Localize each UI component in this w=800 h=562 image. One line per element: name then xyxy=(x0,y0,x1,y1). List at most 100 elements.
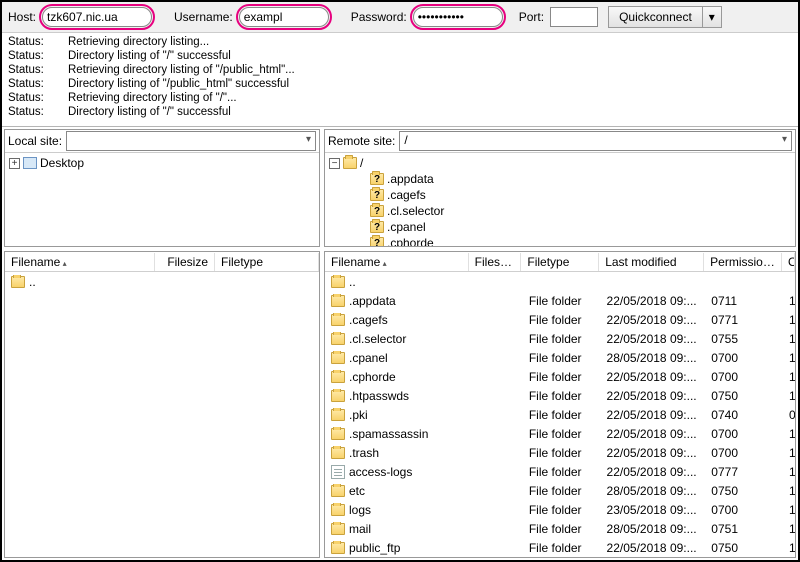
filetype: File folder xyxy=(523,294,601,308)
filename: .cphorde xyxy=(349,370,396,384)
filename: .cl.selector xyxy=(349,332,406,346)
owner: 1831 1832 xyxy=(783,370,795,384)
remote-tree-root[interactable]: / xyxy=(360,155,363,171)
owner: 1831 1832 xyxy=(783,427,795,441)
unknown-folder-icon xyxy=(370,173,384,185)
filetype: File folder xyxy=(523,351,601,365)
permissions: 0740 xyxy=(705,408,783,422)
owner: 1831 1832 xyxy=(783,503,795,517)
username-input[interactable] xyxy=(239,7,329,27)
col-filesize[interactable]: Filesize xyxy=(155,253,215,271)
list-item[interactable]: .. xyxy=(5,272,319,291)
list-item[interactable]: .pkiFile folder22/05/2018 09:...07400 0 xyxy=(325,405,795,424)
quickconnect-dropdown[interactable]: ▾ xyxy=(703,6,722,28)
owner: 1831 99 xyxy=(783,389,795,403)
remote-columns[interactable]: Filename Filesize Filetype Last modified… xyxy=(325,252,795,272)
local-rows[interactable]: .. xyxy=(5,272,319,557)
list-item[interactable]: .. xyxy=(325,272,795,291)
collapse-icon[interactable]: − xyxy=(329,158,340,169)
col-lastmodified[interactable]: Last modified xyxy=(599,253,704,271)
status-msg: Retrieving directory listing... xyxy=(68,35,209,49)
remote-tree-item[interactable]: .appdata xyxy=(387,171,434,187)
remote-site-combo[interactable]: / xyxy=(399,131,792,151)
col-filetype[interactable]: Filetype xyxy=(521,253,599,271)
owner: 1831 1832 xyxy=(783,313,795,327)
status-key: Status: xyxy=(8,91,50,105)
filename: .spamassassin xyxy=(349,427,428,441)
status-key: Status: xyxy=(8,77,50,91)
owner: 1831 1832 xyxy=(783,465,795,479)
list-item[interactable]: mailFile folder28/05/2018 09:...07511831… xyxy=(325,519,795,538)
list-item[interactable]: logsFile folder23/05/2018 09:...07001831… xyxy=(325,500,795,519)
folder-icon xyxy=(331,542,345,554)
permissions: 0700 xyxy=(705,427,783,441)
col-filesize[interactable]: Filesize xyxy=(469,253,522,271)
folder-icon xyxy=(331,314,345,326)
remote-rows[interactable]: ...appdataFile folder22/05/2018 09:...07… xyxy=(325,272,795,557)
host-input[interactable] xyxy=(42,7,152,27)
filename: .cpanel xyxy=(349,351,388,365)
remote-tree-item[interactable]: .cagefs xyxy=(387,187,426,203)
quickconnect-button[interactable]: Quickconnect xyxy=(608,6,703,28)
owner: 1831 12 xyxy=(783,484,795,498)
remote-tree-item[interactable]: .cl.selector xyxy=(387,203,444,219)
filetype: File folder xyxy=(523,446,601,460)
permissions: 0750 xyxy=(705,389,783,403)
password-input[interactable] xyxy=(413,7,503,27)
filename: .pki xyxy=(349,408,368,422)
list-item[interactable]: .cphordeFile folder22/05/2018 09:...0700… xyxy=(325,367,795,386)
list-item[interactable]: .appdataFile folder22/05/2018 09:...0711… xyxy=(325,291,795,310)
status-msg: Directory listing of "/public_html" succ… xyxy=(68,77,289,91)
filetype: File folder xyxy=(523,427,601,441)
remote-tree-pane: Remote site: / −/.appdata.cagefs.cl.sele… xyxy=(324,129,796,247)
filename: .. xyxy=(29,275,36,289)
folder-icon xyxy=(331,504,345,516)
filename: .trash xyxy=(349,446,379,460)
lastmodified: 22/05/2018 09:... xyxy=(601,408,706,422)
local-tree-item[interactable]: Desktop xyxy=(40,155,84,171)
lastmodified: 22/05/2018 09:... xyxy=(601,313,706,327)
permissions: 0700 xyxy=(705,370,783,384)
folder-icon xyxy=(331,447,345,459)
list-item[interactable]: .htpasswdsFile folder22/05/2018 09:...07… xyxy=(325,386,795,405)
file-icon xyxy=(331,465,345,479)
list-item[interactable]: .cagefsFile folder22/05/2018 09:...07711… xyxy=(325,310,795,329)
col-filetype[interactable]: Filetype xyxy=(215,253,319,271)
lastmodified: 28/05/2018 09:... xyxy=(601,484,706,498)
folder-icon xyxy=(331,390,345,402)
col-filename[interactable]: Filename xyxy=(325,253,469,271)
list-item[interactable]: public_ftpFile folder22/05/2018 09:...07… xyxy=(325,538,795,557)
owner: 1831 1832 xyxy=(783,351,795,365)
folder-icon xyxy=(331,428,345,440)
list-item[interactable]: .trashFile folder22/05/2018 09:...070018… xyxy=(325,443,795,462)
col-owner[interactable]: Owner/Gro xyxy=(782,253,795,271)
col-filename[interactable]: Filename xyxy=(5,253,155,271)
permissions: 0750 xyxy=(705,541,783,555)
local-site-combo[interactable] xyxy=(66,131,316,151)
folder-icon xyxy=(331,333,345,345)
list-item[interactable]: .cpanelFile folder28/05/2018 09:...07001… xyxy=(325,348,795,367)
owner: 1831 1832 xyxy=(783,332,795,346)
password-label: Password: xyxy=(351,10,407,24)
port-label: Port: xyxy=(519,10,544,24)
remote-tree[interactable]: − / .appdata.cagefs.cl.selector.cpanel.cph… xyxy=(325,153,795,246)
list-item[interactable]: access-logsFile folder22/05/2018 09:...0… xyxy=(325,462,795,481)
lastmodified: 22/05/2018 09:... xyxy=(601,541,706,555)
owner: 1831 1832 xyxy=(783,294,795,308)
local-tree[interactable]: + Desktop xyxy=(5,153,319,246)
filetype: File folder xyxy=(523,484,601,498)
filetype: File folder xyxy=(523,503,601,517)
local-columns[interactable]: Filename Filesize Filetype xyxy=(5,252,319,272)
remote-tree-item[interactable]: .cpanel xyxy=(387,219,426,235)
folder-icon xyxy=(11,276,25,288)
list-item[interactable]: .cl.selectorFile folder22/05/2018 09:...… xyxy=(325,329,795,348)
permissions: 0711 xyxy=(705,294,783,308)
remote-tree-item[interactable]: .cphorde xyxy=(387,235,434,246)
filetype: File folder xyxy=(523,465,601,479)
expand-icon[interactable]: + xyxy=(9,158,20,169)
port-input[interactable] xyxy=(550,7,598,27)
col-permissions[interactable]: Permissions xyxy=(704,253,782,271)
list-item[interactable]: .spamassassinFile folder22/05/2018 09:..… xyxy=(325,424,795,443)
folder-icon xyxy=(331,276,345,288)
list-item[interactable]: etcFile folder28/05/2018 09:...07501831 … xyxy=(325,481,795,500)
